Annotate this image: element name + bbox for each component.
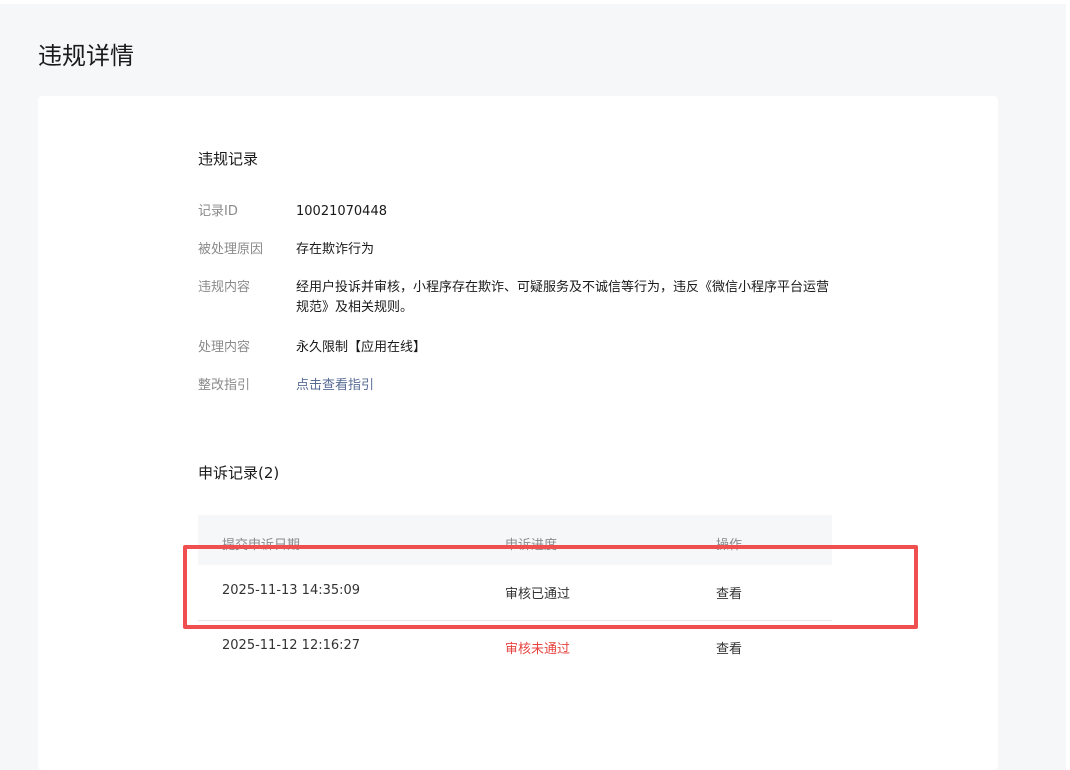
appeal-section-title: 申诉记录(2) — [198, 464, 280, 482]
appeal-status: 审核未通过 — [505, 642, 571, 657]
table-row: 2025-11-12 12:16:27 审核未通过 查看 — [198, 621, 832, 675]
column-header-status: 申诉进度 — [505, 538, 558, 553]
appeal-date: 2025-11-12 12:16:27 — [222, 638, 361, 653]
view-appeal-link[interactable]: 查看 — [716, 638, 742, 657]
handling-label: 处理内容 — [198, 340, 251, 355]
violation-content-value: 经用户投诉并审核，小程序存在欺诈、可疑服务及不诚信等行为，违反《微信小程序平台运… — [296, 280, 830, 315]
guide-label: 整改指引 — [198, 378, 251, 393]
violation-content-label: 违规内容 — [198, 280, 251, 295]
appeal-date: 2025-11-13 14:35:09 — [222, 583, 361, 598]
handling-value: 永久限制【应用在线】 — [296, 340, 427, 355]
view-appeal-link[interactable]: 查看 — [716, 583, 742, 602]
column-header-action: 操作 — [716, 538, 743, 553]
view-guide-link[interactable]: 点击查看指引 — [296, 376, 832, 396]
appeal-status: 审核已通过 — [505, 587, 571, 602]
page-title: 违规详情 — [38, 42, 134, 70]
appeal-table-header: 提交申诉日期 申诉进度 操作 — [198, 515, 832, 565]
reason-value: 存在欺诈行为 — [296, 242, 375, 257]
reason-label: 被处理原因 — [198, 242, 264, 257]
record-id-label: 记录ID — [198, 204, 238, 219]
violation-section-title: 违规记录 — [198, 150, 259, 168]
record-id-value: 10021070448 — [296, 204, 387, 219]
table-row: 2025-11-13 14:35:09 审核已通过 查看 — [198, 566, 832, 621]
detail-card: 违规记录 记录ID 10021070448 被处理原因 存在欺诈行为 违规内容 … — [38, 96, 998, 770]
column-header-date: 提交申诉日期 — [222, 538, 301, 553]
